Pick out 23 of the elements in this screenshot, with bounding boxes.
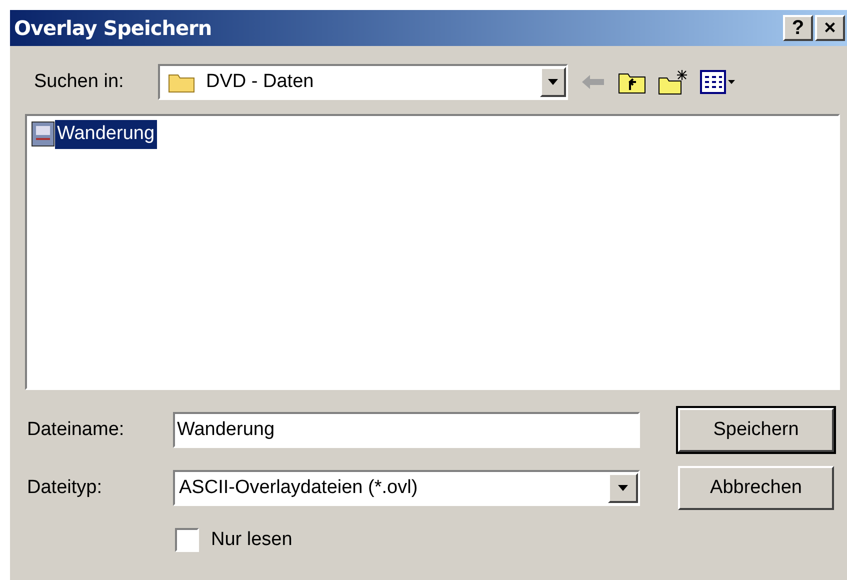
caret-icon: [548, 79, 558, 85]
help-button[interactable]: ?: [783, 15, 813, 41]
look-in-dropdown[interactable]: DVD - Daten: [158, 64, 568, 100]
read-only-label: Nur lesen: [211, 528, 292, 552]
filename-label: Dateiname:: [27, 418, 126, 442]
close-button[interactable]: ×: [815, 15, 845, 41]
filename-field[interactable]: Wanderung: [173, 412, 640, 448]
new-folder-icon[interactable]: [658, 69, 688, 95]
caret-icon: [618, 485, 628, 491]
filetype-label: Dateityp:: [27, 476, 103, 500]
view-menu-icon[interactable]: [700, 70, 736, 94]
filetype-value: ASCII-Overlaydateien (*.ovl): [179, 476, 419, 500]
file-icon: [31, 121, 55, 148]
file-item[interactable]: Wanderung: [55, 120, 157, 148]
window-title: Overlay Speichern: [14, 15, 212, 42]
read-only-checkbox[interactable]: [175, 528, 199, 552]
dropdown-button[interactable]: [608, 473, 638, 503]
dialog-button[interactable]: Speichern: [678, 408, 834, 452]
dropdown-button[interactable]: [540, 67, 566, 97]
dialog-button[interactable]: Abbrechen: [678, 466, 834, 510]
filetype-dropdown[interactable]: ASCII-Overlaydateien (*.ovl): [173, 470, 640, 506]
look-in-value: DVD - Daten: [206, 70, 315, 94]
look-in-label: Suchen in:: [34, 70, 125, 94]
